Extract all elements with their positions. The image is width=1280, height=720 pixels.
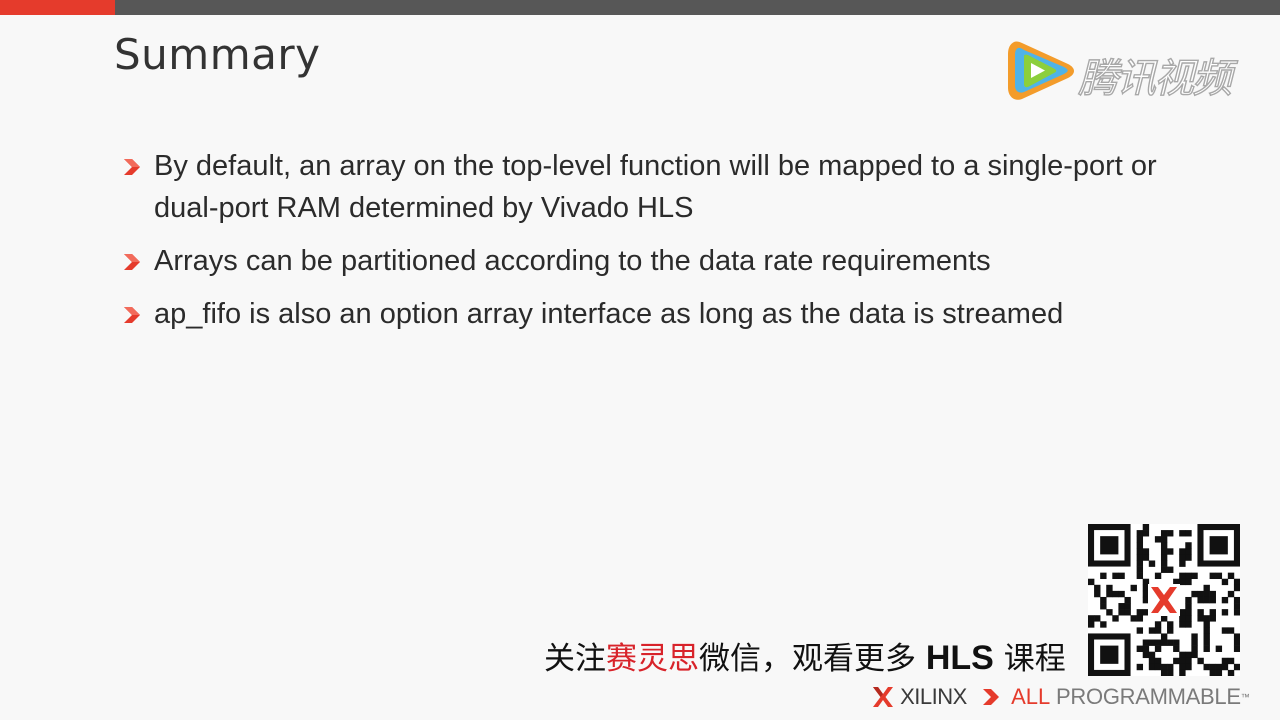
tagline-all: ALL — [1011, 684, 1051, 710]
promo-part-wechat: 微信，观看更多 — [699, 641, 926, 677]
watermark-text: 腾讯视频 — [1077, 55, 1232, 102]
tagline-programmable: PROGRAMMABLE — [1050, 684, 1241, 710]
slide-title: Summary — [114, 30, 321, 79]
top-bar — [0, 0, 1280, 15]
bullet-list: By default, an array on the top-level fu… — [122, 145, 1182, 346]
bullet-item: ap_fifo is also an option array interfac… — [122, 293, 1182, 335]
promo-part-follow: 关注 — [544, 641, 606, 677]
trademark-symbol: ™ — [1240, 692, 1250, 703]
chevron-right-icon — [124, 307, 140, 323]
promo-part-xilinx-cn: 赛灵思 — [606, 641, 699, 677]
qr-code-graphic — [1088, 524, 1241, 677]
xilinx-logo-icon — [873, 687, 893, 708]
promo-text: 关注赛灵思微信，观看更多 HLS 课程 — [544, 633, 1066, 678]
tencent-video-play-icon — [1008, 41, 1074, 100]
xilinx-brand-text: XILINX — [900, 684, 967, 710]
bullet-text: ap_fifo is also an option array interfac… — [154, 298, 1064, 330]
chevron-right-icon — [124, 159, 140, 175]
tencent-video-watermark: 腾讯视频 — [1004, 36, 1244, 106]
qr-code-icon — [1088, 524, 1241, 677]
bullet-item: Arrays can be partitioned according to t… — [122, 240, 1182, 282]
footer-branding: XILINX ALL PROGRAMMABLE™ — [872, 683, 1250, 711]
top-bar-accent — [0, 0, 115, 15]
chevron-right-icon — [982, 689, 999, 706]
bullet-text: By default, an array on the top-level fu… — [154, 150, 1157, 224]
slide: Summary 腾讯视频 By default, an array on the… — [0, 0, 1280, 720]
promo-part-course: 课程 — [993, 641, 1066, 677]
chevron-right-icon — [124, 254, 140, 270]
bullet-item: By default, an array on the top-level fu… — [122, 145, 1182, 229]
bullet-text: Arrays can be partitioned according to t… — [154, 245, 991, 277]
promo-part-hls: HLS — [925, 639, 994, 677]
